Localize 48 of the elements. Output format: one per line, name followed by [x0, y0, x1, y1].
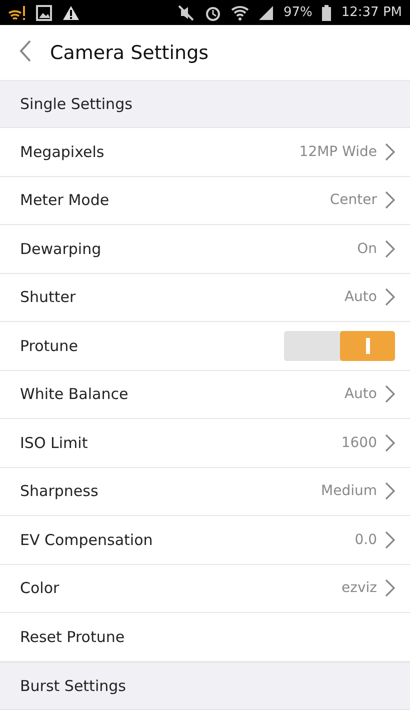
- setting-value: Auto: [344, 289, 377, 306]
- setting-label: White Balance: [20, 385, 130, 404]
- signal-icon: [259, 6, 274, 20]
- chevron-icon: [385, 191, 395, 210]
- setting-label: Shutter: [20, 288, 77, 306]
- setting-label: Megapixels: [20, 142, 106, 161]
- setting-label: Protune: [20, 336, 79, 355]
- setting-value: Medium: [321, 483, 377, 500]
- setting-value: 1600: [341, 434, 377, 451]
- setting-row[interactable]: Color ezviz: [0, 564, 410, 613]
- chevron-icon: [385, 385, 395, 404]
- chevron-icon: [385, 434, 395, 452]
- image-icon: [36, 4, 52, 20]
- mute-icon: [177, 4, 196, 20]
- setting-label: EV Compensation: [20, 530, 154, 549]
- setting-label: ISO Limit: [20, 434, 89, 452]
- chevron-icon: [385, 579, 395, 598]
- chevron-icon: [385, 142, 395, 161]
- wifi-icon: [231, 4, 250, 20]
- setting-label: Color: [20, 579, 60, 598]
- setting-label: Sharpness: [20, 482, 100, 500]
- setting-value: 12MP Wide: [299, 144, 377, 160]
- battery-icon: [322, 4, 332, 20]
- battery-percent: 97%: [283, 5, 312, 20]
- setting-value: Auto: [344, 386, 377, 402]
- chevron-icon: [385, 240, 395, 258]
- setting-row[interactable]: Meter Mode Center: [0, 176, 410, 225]
- setting-label: Dewarping: [20, 240, 102, 258]
- wifi-warning-icon: [8, 4, 26, 20]
- chevron-icon: [385, 288, 395, 306]
- setting-row[interactable]: Shutter Auto: [0, 274, 410, 322]
- clock-time: 12:37 PM: [341, 5, 402, 20]
- setting-value: ezviz: [342, 580, 377, 596]
- setting-row[interactable]: Sharpness Medium: [0, 468, 410, 516]
- warning-icon: [62, 4, 80, 20]
- setting-value: Center: [330, 192, 377, 208]
- section-title: Single Settings: [20, 95, 132, 113]
- chevron-icon: [385, 530, 395, 549]
- setting-row[interactable]: White Balance Auto: [0, 370, 410, 419]
- setting-label[interactable]: Reset Protune: [20, 628, 395, 646]
- chevron-icon: [385, 482, 395, 500]
- setting-label: Meter Mode: [20, 191, 110, 210]
- setting-value: On: [357, 240, 377, 257]
- alarm-icon: [205, 4, 222, 20]
- setting-value: 0.0: [354, 532, 377, 548]
- section-title: Burst Settings: [20, 676, 126, 694]
- screen-title: Camera Settings: [50, 42, 209, 64]
- toggle-switch[interactable]: [284, 330, 395, 361]
